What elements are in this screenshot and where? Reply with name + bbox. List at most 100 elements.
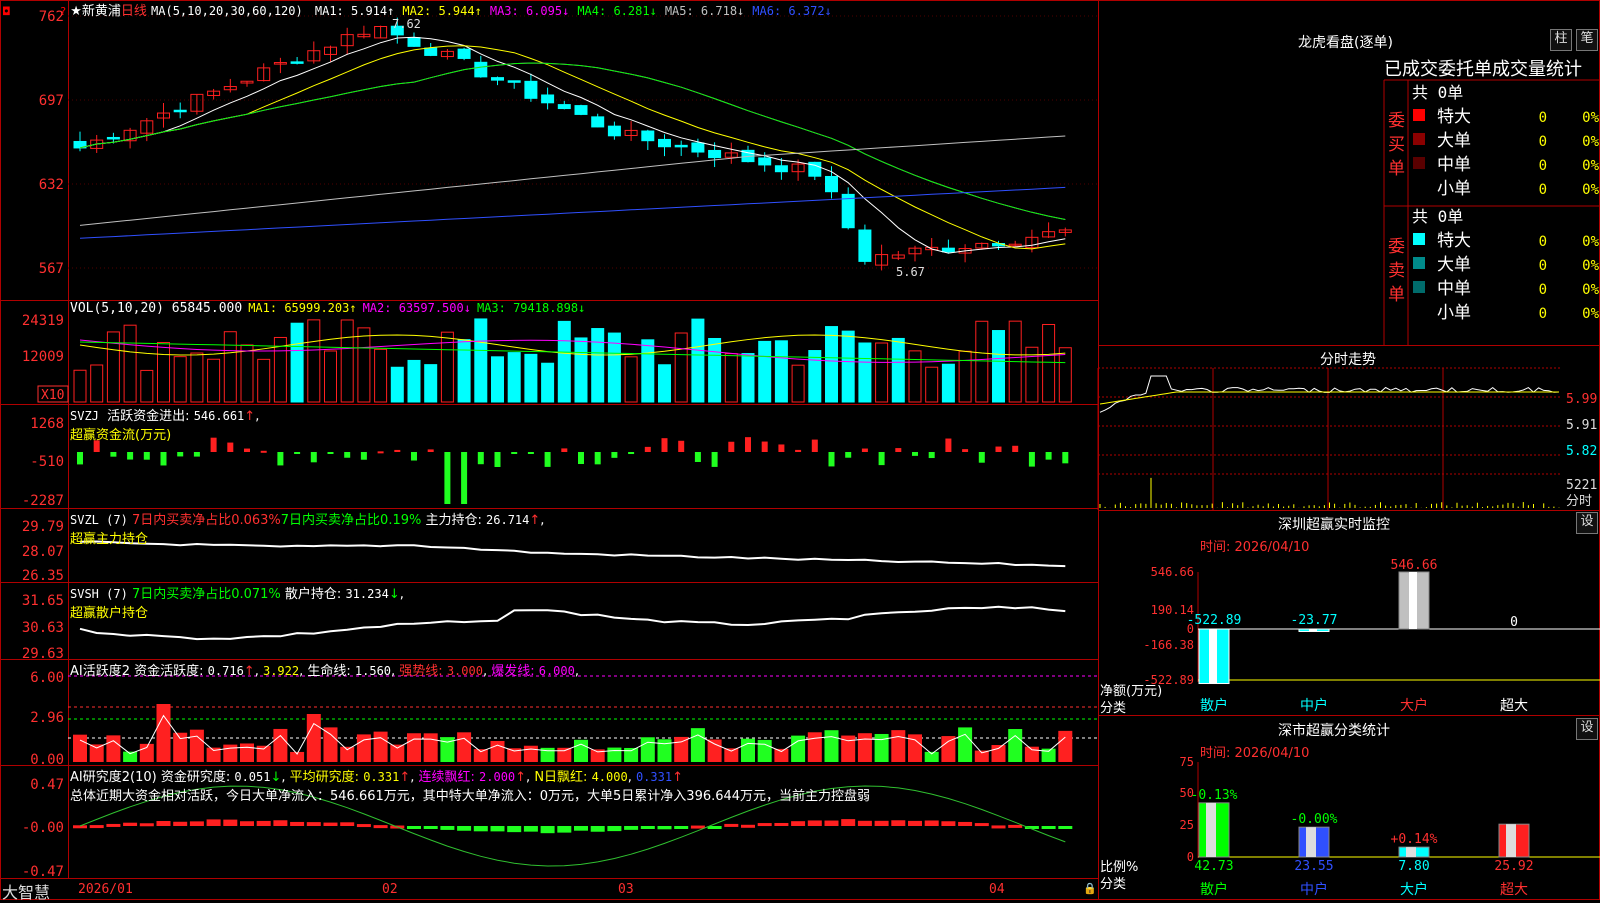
szm-bar-highlight [1209, 629, 1217, 684]
candle-body [474, 61, 488, 78]
svzl-y-tick: 28.07 [22, 544, 64, 560]
period-label[interactable]: 日线 [121, 4, 147, 19]
ai-research-bar [640, 826, 655, 829]
candle-body [674, 144, 688, 148]
svsh-y-tick: 29.63 [22, 646, 64, 662]
bar-mode-button[interactable]: 柱 [1550, 29, 1572, 51]
szm-category: 中户 [1300, 697, 1328, 714]
ai-active-bar [757, 739, 772, 762]
vol-bar [90, 364, 104, 403]
ai-research-bar [340, 822, 355, 826]
ai-research-bar [974, 823, 989, 827]
sell-row-name: 小单 [1437, 303, 1471, 323]
ai-active-bar [240, 743, 254, 762]
vol-bar [140, 369, 154, 403]
brand-label: 大智慧 [2, 883, 51, 902]
sell-row-name: 大单 [1437, 255, 1471, 275]
ai-research-bar [440, 826, 455, 830]
svzj-bar [477, 452, 484, 465]
svzj-bar [143, 452, 150, 460]
szm-bar-highlight [1309, 629, 1317, 632]
ai-research-bar [540, 826, 555, 834]
buy-swatch [1413, 109, 1425, 121]
ai-active-bar [390, 744, 405, 762]
ai-research-bar [674, 826, 689, 829]
svzj-bar [77, 452, 83, 465]
kline-chart[interactable]: 7626976325677.625.67 2431912009X10 1268-… [0, 0, 1600, 900]
vol-bar [1058, 347, 1072, 403]
vol-bar [257, 358, 271, 403]
svzj-bar [761, 441, 768, 452]
ai-research-bar [139, 823, 154, 827]
buy-row-pct: 0% [1582, 134, 1599, 150]
vol-bar [958, 350, 972, 403]
ai-research-title: AI研究度2(10) 资金研究度: 0.051↓, 平均研究度: 0.331↑,… [70, 770, 871, 804]
sell-row-count: 0 [1539, 234, 1547, 250]
sell-swatch [1413, 257, 1425, 269]
ai-active-bars: 6.00 2.96 0.00 [30, 670, 1098, 768]
candle-body [941, 247, 955, 253]
ai-active-bar [958, 727, 973, 762]
svzl-sub: 超赢主力持仓 [70, 532, 149, 547]
svzj-bar [962, 449, 969, 452]
vol-bar [825, 326, 838, 403]
svzj-bar [628, 452, 635, 455]
svzj-bar [778, 444, 785, 452]
svzj-bar [544, 452, 551, 467]
low-marker: 5.67 [896, 265, 925, 279]
svsh-title: SVSH (7) 7日内买卖净占比0.071% 散户持仓: 31.234↓, 超… [70, 587, 404, 621]
ai-active-bar [89, 744, 104, 762]
sz-monitor-title: 深圳超赢实时监控 [1278, 517, 1390, 533]
ma-value-4: MA4: 6.281↓ [577, 4, 657, 18]
ma-value-2: MA2: 5.944↑ [402, 4, 482, 18]
vol-bar [674, 332, 688, 403]
svzj-bar [160, 452, 167, 466]
ai-research-bar [273, 820, 288, 826]
ai-research-bar [557, 826, 572, 833]
szc-y-tick: 0 [1187, 850, 1194, 864]
szc-category: 大户 [1400, 881, 1428, 898]
sz-class-settings-button[interactable]: 设 [1576, 718, 1598, 740]
svzj-bar [193, 452, 200, 457]
ai-research-bar [857, 820, 872, 826]
vol-bar [774, 340, 788, 403]
vol-bar [507, 352, 521, 403]
ai-research-y-tick: -0.47 [22, 864, 64, 880]
ai-research-y-tick: -0.00 [22, 820, 64, 836]
ai-research-bar [89, 825, 104, 829]
ma-line-6 [79, 186, 1066, 239]
vol-bar [724, 353, 738, 403]
ai-active-bar [557, 747, 572, 762]
ai-active-bar [774, 748, 789, 762]
szm-y-tick: 546.66 [1151, 565, 1194, 579]
sell-label-char: 委 [1388, 237, 1405, 257]
vol-bar [340, 319, 354, 403]
ai-research-bar [991, 825, 1006, 829]
ai-active-bar [640, 737, 655, 762]
ai-active-bar [624, 747, 639, 762]
menu-icon[interactable]: ◘ [2, 5, 14, 18]
ai-active-bar [807, 732, 822, 762]
help-icon[interactable]: ? [60, 5, 66, 18]
tick-mode-button[interactable]: 笔 [1576, 29, 1598, 51]
ai-active-title: AI活跃度2 资金活跃度: 0.716↑, 3.922, 生命线: 1.560,… [70, 664, 579, 679]
svzj-sub: 超赢资金流(万元) [70, 428, 172, 443]
intraday-chart: 5.99 5.91 5.82 5221分时 [1097, 367, 1597, 510]
svzj-bar [444, 452, 451, 504]
vol-bar [407, 359, 421, 403]
szc-bar-highlight [1506, 824, 1516, 857]
vol-ma-value-1: MA1: 65999.203↑ [248, 301, 357, 315]
vol-bar [357, 327, 371, 403]
candle-body [658, 138, 671, 148]
vol-bar [491, 356, 504, 403]
svzj-bar [678, 440, 685, 452]
ma-indicator: MA(5,10,20,30,60,120) [151, 4, 303, 18]
lock-icon[interactable]: 🔒 [1083, 882, 1097, 895]
ai-active-bar [73, 734, 87, 762]
ai-research-bar [1008, 824, 1023, 828]
sz-monitor-settings-button[interactable]: 设 [1576, 512, 1598, 534]
price-y-tick: 697 [39, 93, 64, 109]
svzj-bar [177, 452, 184, 457]
svzj-bar [511, 452, 518, 454]
ai-research-bar [223, 819, 238, 826]
